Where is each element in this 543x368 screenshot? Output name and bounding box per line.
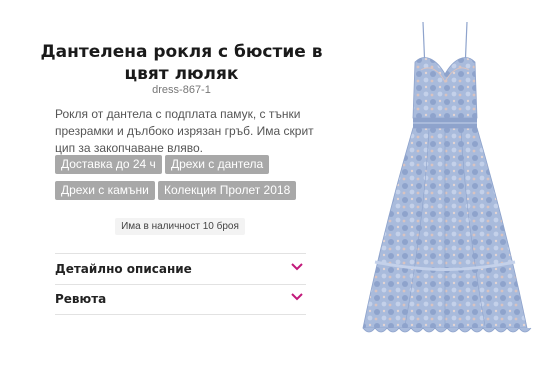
chevron-down-icon — [291, 293, 303, 301]
lace-dress-image — [362, 21, 532, 333]
accordion-details[interactable]: Детайлно описание — [55, 254, 306, 284]
product-title: Дантелена рокля с бюстие в цвят люляк — [40, 42, 323, 84]
product-description: Рокля от дантела с подплата памук, с тън… — [55, 107, 314, 155]
accordion-reviews[interactable]: Ревюта — [55, 284, 306, 314]
accordion-reviews-label: Ревюта — [55, 292, 107, 306]
tag-spring-collection[interactable]: Колекция Пролет 2018 — [158, 181, 297, 200]
stock-badge: Има в наличност 10 броя — [115, 218, 245, 235]
product-info: Дантелена рокля с бюстие в цвят люляк dr… — [0, 0, 323, 363]
tag-lace[interactable]: Дрехи с дантела — [165, 155, 270, 174]
tag-delivery[interactable]: Доставка до 24 ч — [55, 155, 162, 174]
product-sku: dress-867-1 — [152, 84, 211, 96]
tag-stones[interactable]: Дрехи с камъни — [55, 181, 155, 200]
divider — [55, 314, 306, 315]
chevron-down-icon — [291, 263, 303, 271]
product-image[interactable] — [345, 0, 543, 363]
accordion-details-label: Детайлно описание — [55, 262, 192, 276]
